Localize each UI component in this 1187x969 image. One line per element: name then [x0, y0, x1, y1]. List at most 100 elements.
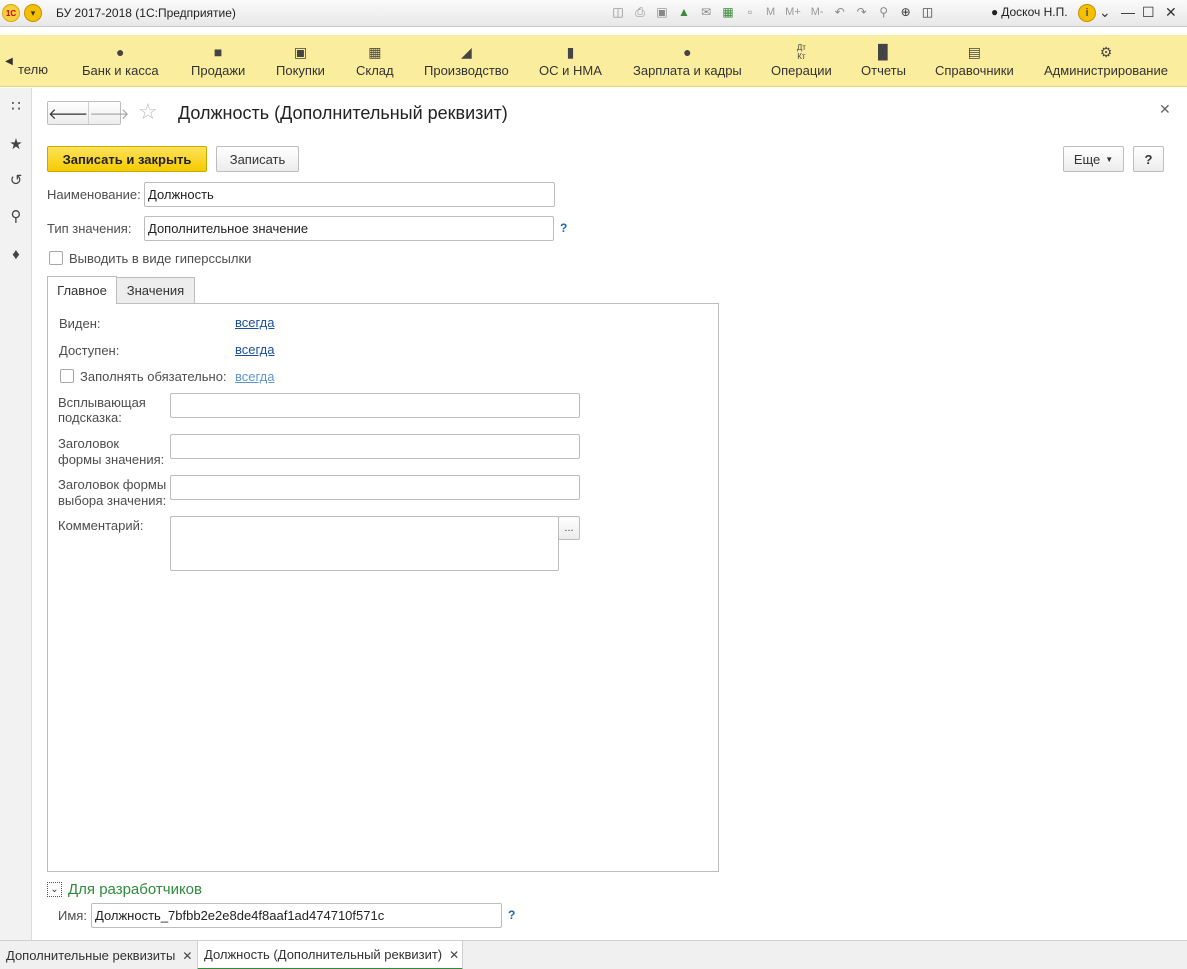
redo-icon[interactable]: ↷	[854, 3, 870, 21]
dt-mark: Дт	[796, 43, 806, 52]
section-item-sales[interactable]: ■ Продажи	[191, 43, 245, 78]
tooltip-label-2: подсказка:	[58, 410, 122, 425]
choice-form-title-label-2: выбора значения:	[58, 493, 167, 508]
comment-field[interactable]	[170, 516, 559, 571]
section-item-fixed-assets[interactable]: ▮ ОС и НМА	[539, 43, 602, 78]
book-icon: ▤	[967, 44, 981, 60]
name-field[interactable]: Должность	[144, 182, 555, 207]
notifications-icon[interactable]: ♦	[6, 244, 26, 264]
section-label: Отчеты	[861, 63, 906, 78]
factory-icon: ◢	[460, 44, 472, 60]
memory-plus-button[interactable]: M+	[783, 3, 803, 21]
value-type-field[interactable]: Дополнительное значение	[144, 216, 554, 241]
required-link[interactable]: всегда	[235, 369, 274, 384]
section-item-directories[interactable]: ▤ Справочники	[935, 43, 1014, 78]
hyperlink-label[interactable]: Выводить в виде гиперссылки	[69, 251, 251, 266]
minimize-icon[interactable]: —	[1121, 4, 1135, 20]
section-item-purchases[interactable]: ▣ Покупки	[276, 43, 325, 78]
favorite-star-icon[interactable]: ☆	[138, 99, 158, 125]
collapse-chevron-icon[interactable]: ⌄	[47, 882, 62, 897]
maximize-icon[interactable]: ☐	[1142, 4, 1155, 21]
available-link[interactable]: всегда	[235, 342, 274, 357]
close-window-icon[interactable]: ✕	[1165, 4, 1177, 21]
bag-icon: ■	[213, 44, 223, 60]
search-icon[interactable]: ⚲	[876, 3, 892, 21]
calendar-icon[interactable]: ▫	[742, 3, 758, 21]
person-icon: ●	[683, 44, 692, 60]
window-tab-label: Дополнительные реквизиты	[6, 948, 176, 963]
comment-open-button[interactable]: ...	[558, 516, 580, 540]
dropdown-icon[interactable]: ⌄	[1099, 4, 1111, 21]
zoom-icon[interactable]: ⊕	[898, 3, 914, 21]
hyperlink-checkbox[interactable]	[49, 251, 63, 265]
section-item-warehouse[interactable]: ▦ Склад	[356, 43, 394, 78]
section-label: Операции	[771, 63, 832, 78]
close-tab-icon[interactable]: ✕	[182, 949, 192, 963]
value-form-title-label-1: Заголовок	[58, 436, 120, 451]
tooltip-field[interactable]	[170, 393, 580, 418]
save-and-close-button[interactable]: Записать и закрыть	[47, 146, 207, 172]
section-label: Администрирование	[1044, 63, 1168, 78]
title-bar: 1С ▾ БУ 2017-2018 (1С:Предприятие) ◫ ⎙ ▣…	[0, 0, 1187, 27]
required-checkbox[interactable]	[60, 369, 74, 383]
more-button[interactable]: Еще ▼	[1063, 146, 1124, 172]
section-item-reports[interactable]: ▉ Отчеты	[861, 43, 906, 78]
memory-m-button[interactable]: M	[764, 3, 777, 21]
choice-form-title-field[interactable]	[170, 475, 580, 500]
save-icon[interactable]: ◫	[610, 3, 626, 21]
attach-icon[interactable]: ▲	[676, 3, 692, 21]
chevron-down-icon: ▼	[1105, 154, 1114, 164]
tab-main[interactable]: Главное	[47, 276, 117, 304]
visible-label: Виден:	[59, 316, 101, 331]
user-menu[interactable]: ● Доскоч Н.П.	[991, 5, 1068, 19]
menu-grid-icon[interactable]: ∷	[6, 96, 26, 116]
name-help-icon[interactable]: ?	[508, 908, 515, 922]
value-form-title-field[interactable]	[170, 434, 580, 459]
tools-panel: ∷ ★ ↺ ⚲ ♦	[0, 88, 32, 940]
required-label[interactable]: Заполнять обязательно:	[80, 369, 227, 384]
section-label: Зарплата и кадры	[633, 63, 742, 78]
ruble-icon: ●	[116, 44, 125, 60]
window-tab-position-attribute[interactable]: Должность (Дополнительный реквизит) ✕	[197, 941, 463, 969]
close-form-icon[interactable]: ✕	[1159, 101, 1171, 118]
back-arrow-icon[interactable]: 🡐	[48, 102, 90, 124]
memory-minus-button[interactable]: M-	[809, 3, 826, 21]
favorites-icon[interactable]: ★	[6, 134, 26, 154]
app-title: БУ 2017-2018 (1С:Предприятие)	[56, 6, 236, 20]
visible-link[interactable]: всегда	[235, 315, 274, 330]
developers-group-title[interactable]: Для разработчиков	[68, 881, 202, 898]
mail-icon[interactable]: ✉	[698, 3, 714, 21]
forward-arrow-icon[interactable]: 🡒	[89, 102, 129, 124]
type-help-icon[interactable]: ?	[560, 221, 567, 235]
section-item-cut[interactable]: телю	[18, 62, 48, 77]
internal-name-field[interactable]: Должность_7bfbb2e2e8de4f8aaf1ad474710f57…	[91, 903, 502, 928]
help-button[interactable]: ?	[1133, 146, 1164, 172]
section-item-administration[interactable]: ⚙ Администрирование	[1044, 43, 1168, 78]
tooltip-label-1: Всплывающая	[58, 395, 146, 410]
print-icon[interactable]: ⎙	[632, 3, 648, 21]
preview-icon[interactable]: ▣	[654, 3, 670, 21]
section-item-salary[interactable]: ● Зарплата и кадры	[633, 43, 742, 78]
section-item-operations[interactable]: Дт Кт Операции	[771, 43, 832, 78]
internal-name-label: Имя:	[58, 908, 87, 923]
close-tab-icon[interactable]: ✕	[449, 948, 459, 962]
section-label: Справочники	[935, 63, 1014, 78]
panels-icon[interactable]: ◫	[920, 3, 936, 21]
more-label: Еще	[1073, 151, 1101, 167]
save-button[interactable]: Записать	[216, 146, 299, 172]
calculator-icon[interactable]: ▦	[720, 3, 736, 21]
tab-values[interactable]: Значения	[116, 277, 195, 303]
undo-icon[interactable]: ↶	[832, 3, 848, 21]
grid-icon: ▦	[368, 44, 382, 60]
app-logo-icon: 1С	[2, 4, 20, 22]
comment-label: Комментарий:	[58, 518, 144, 533]
info-icon[interactable]: i	[1078, 4, 1096, 22]
window-tab-additional-attributes[interactable]: Дополнительные реквизиты ✕	[0, 941, 196, 969]
section-item-production[interactable]: ◢ Производство	[424, 43, 509, 78]
main-menu-icon[interactable]: ▾	[24, 4, 42, 22]
search-icon[interactable]: ⚲	[6, 206, 26, 226]
scroll-left-icon[interactable]: ◀	[0, 35, 18, 87]
section-item-bank[interactable]: ● Банк и касса	[82, 43, 159, 78]
history-icon[interactable]: ↺	[6, 170, 26, 190]
value-form-title-label-2: формы значения:	[58, 452, 165, 467]
